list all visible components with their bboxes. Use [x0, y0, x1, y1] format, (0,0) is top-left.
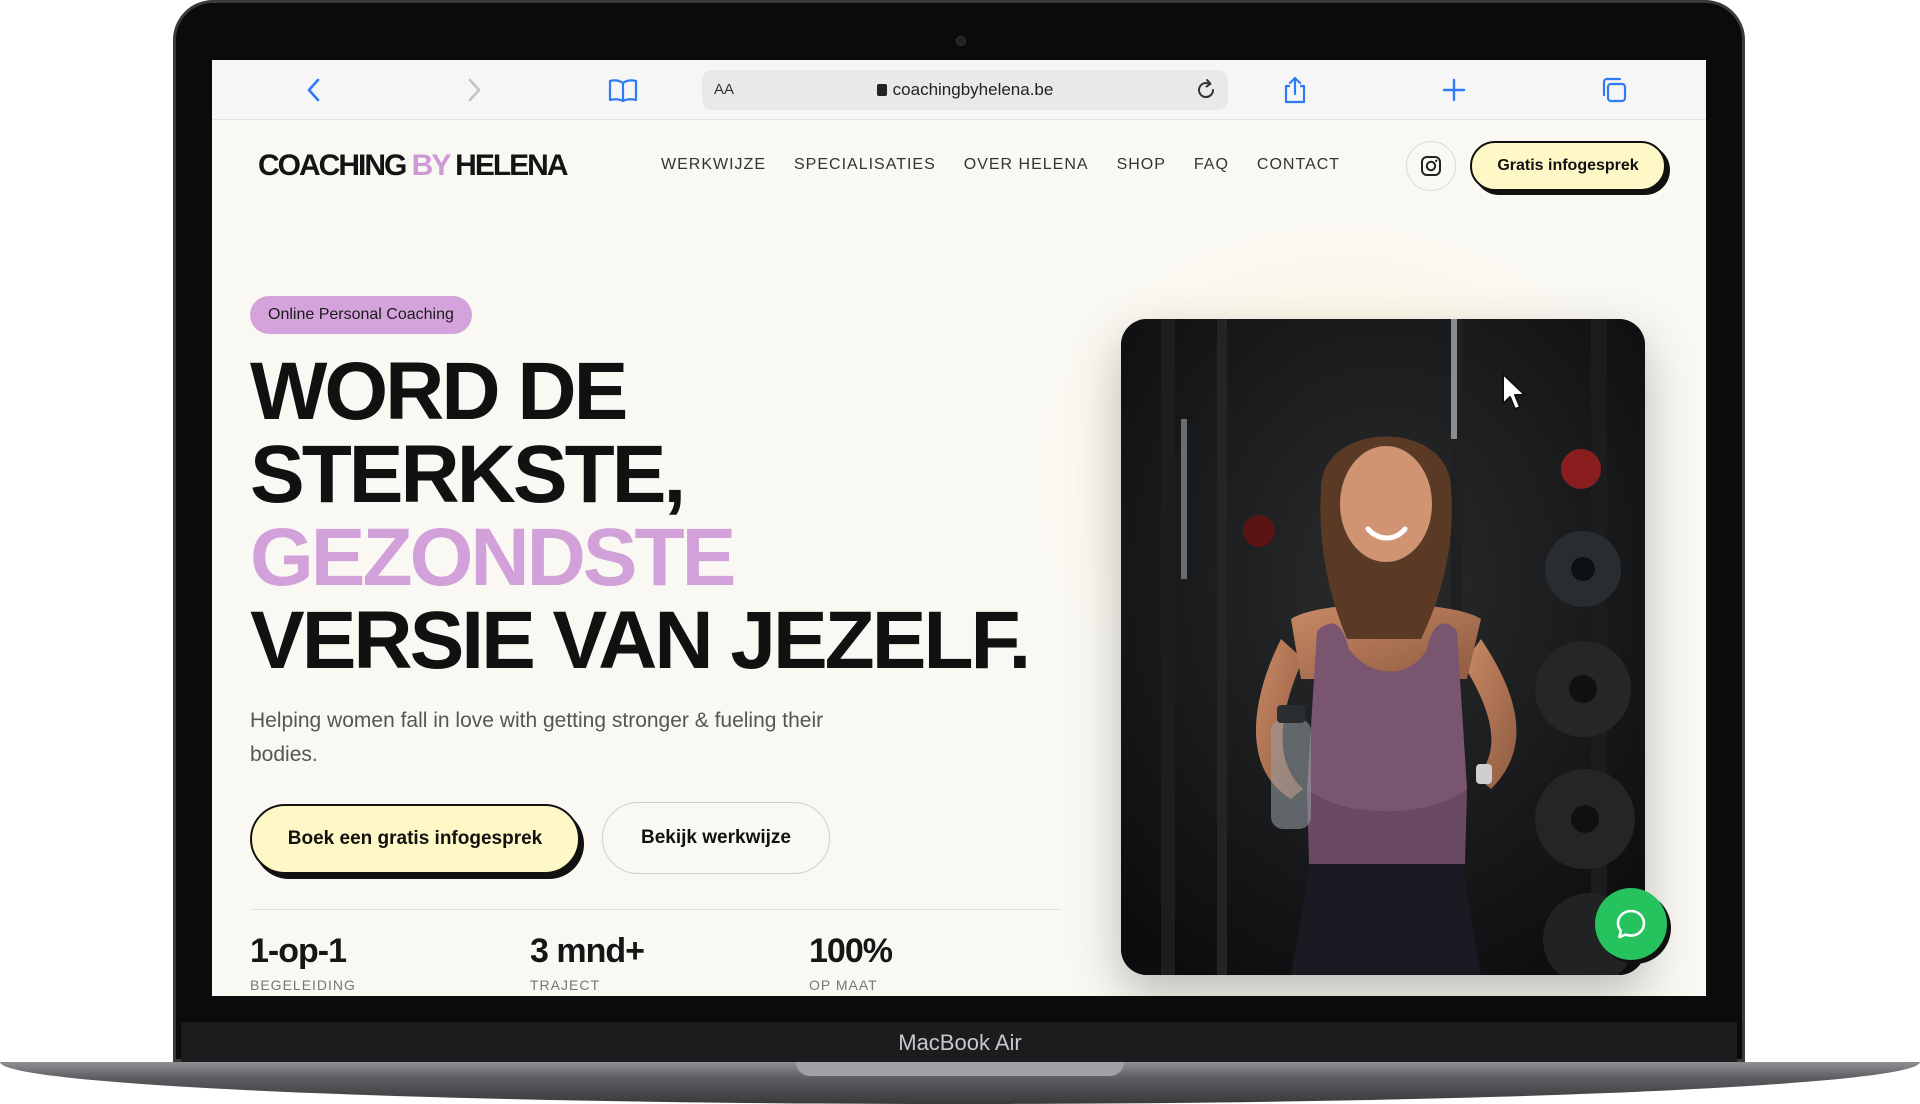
- nav-link-contact[interactable]: CONTACT: [1257, 156, 1340, 174]
- headline-line-1: WORD DE: [250, 346, 628, 437]
- view-method-button[interactable]: Bekijk werkwijze: [602, 802, 830, 874]
- url-text: coachingbyhelena.be: [892, 80, 1054, 99]
- nav-link-faq[interactable]: FAQ: [1194, 156, 1229, 174]
- stats-divider: [250, 909, 1062, 910]
- new-tab-button[interactable]: [1438, 74, 1470, 106]
- instagram-icon: [1421, 156, 1441, 176]
- nav-link-specialisaties[interactable]: SPECIALISATIES: [794, 156, 936, 174]
- stat-value: 100%: [809, 932, 893, 970]
- laptop-hinge-notch: [796, 1062, 1124, 1076]
- gym-portrait-illustration: [1121, 319, 1645, 975]
- nav-link-shop[interactable]: SHOP: [1117, 156, 1166, 174]
- chat-button[interactable]: [1595, 888, 1667, 960]
- headline-line-2: STERKSTE,: [250, 429, 686, 520]
- chevron-right-icon: [468, 78, 481, 102]
- share-button[interactable]: [1279, 74, 1311, 106]
- hero-headline: WORD DE STERKSTE, GEZONDSTE VERSIE VAN J…: [250, 346, 1031, 686]
- stat-custom: 100% OP MAAT: [809, 932, 893, 993]
- tabs-overview-button[interactable]: [1598, 74, 1630, 106]
- logo-text-helena: HELENA: [448, 149, 568, 182]
- instagram-button[interactable]: [1406, 141, 1456, 191]
- webcam-icon: [956, 36, 966, 46]
- device-label: MacBook Air: [898, 1030, 1022, 1055]
- stat-value: 3 mnd+: [530, 932, 645, 970]
- headline-accent: GEZONDSTE: [250, 512, 736, 603]
- lock-icon: [876, 84, 887, 96]
- coach-portrait-photo: [1121, 319, 1645, 975]
- book-consult-button[interactable]: Boek een gratis infogesprek: [250, 804, 580, 874]
- back-button[interactable]: [298, 74, 330, 106]
- plus-icon: [1442, 78, 1466, 102]
- stat-duration: 3 mnd+ TRAJECT: [530, 932, 645, 993]
- stat-label: TRAJECT: [530, 977, 600, 993]
- stat-label: OP MAAT: [809, 977, 878, 993]
- stat-coaching: 1-op-1 BEGELEIDING: [250, 932, 356, 993]
- free-consult-header-button[interactable]: Gratis infogesprek: [1470, 141, 1666, 191]
- chevron-left-icon: [307, 78, 320, 102]
- tabs-icon: [1602, 77, 1627, 103]
- main-nav: WERKWIJZE SPECIALISATIES OVER HELENA SHO…: [661, 156, 1340, 174]
- chat-bubble-icon: [1616, 909, 1646, 939]
- forward-button[interactable]: [458, 74, 490, 106]
- bookmarks-button[interactable]: [607, 74, 639, 106]
- address-bar[interactable]: AA coachingbyhelena.be: [702, 70, 1228, 110]
- nav-link-over-helena[interactable]: OVER HELENA: [964, 156, 1089, 174]
- reload-icon: [1198, 79, 1215, 99]
- site-header: COACHING BY HELENA WERKWIJZE SPECIALISAT…: [212, 120, 1706, 212]
- hero-badge: Online Personal Coaching: [250, 296, 472, 334]
- hero-subtitle: Helping women fall in love with getting …: [250, 709, 824, 766]
- browser-screen: AA coachingbyhelena.be COACHING BY HELEN…: [212, 60, 1706, 996]
- logo-text-by: BY: [411, 149, 451, 182]
- reload-button[interactable]: [1194, 78, 1218, 107]
- browser-toolbar: AA coachingbyhelena.be: [212, 60, 1706, 120]
- book-icon: [608, 79, 638, 103]
- share-icon: [1284, 76, 1306, 104]
- site-logo[interactable]: COACHING BY HELENA: [258, 149, 568, 183]
- nav-link-werkwijze[interactable]: WERKWIJZE: [661, 156, 766, 174]
- url-display: coachingbyhelena.be: [702, 80, 1228, 100]
- mouse-cursor-icon: [1501, 372, 1527, 417]
- logo-text-coaching: COACHING: [258, 149, 412, 182]
- headline-line-4: VERSIE VAN JEZELF.: [250, 595, 1031, 686]
- stat-label: BEGELEIDING: [250, 977, 356, 993]
- stat-value: 1-op-1: [250, 932, 347, 970]
